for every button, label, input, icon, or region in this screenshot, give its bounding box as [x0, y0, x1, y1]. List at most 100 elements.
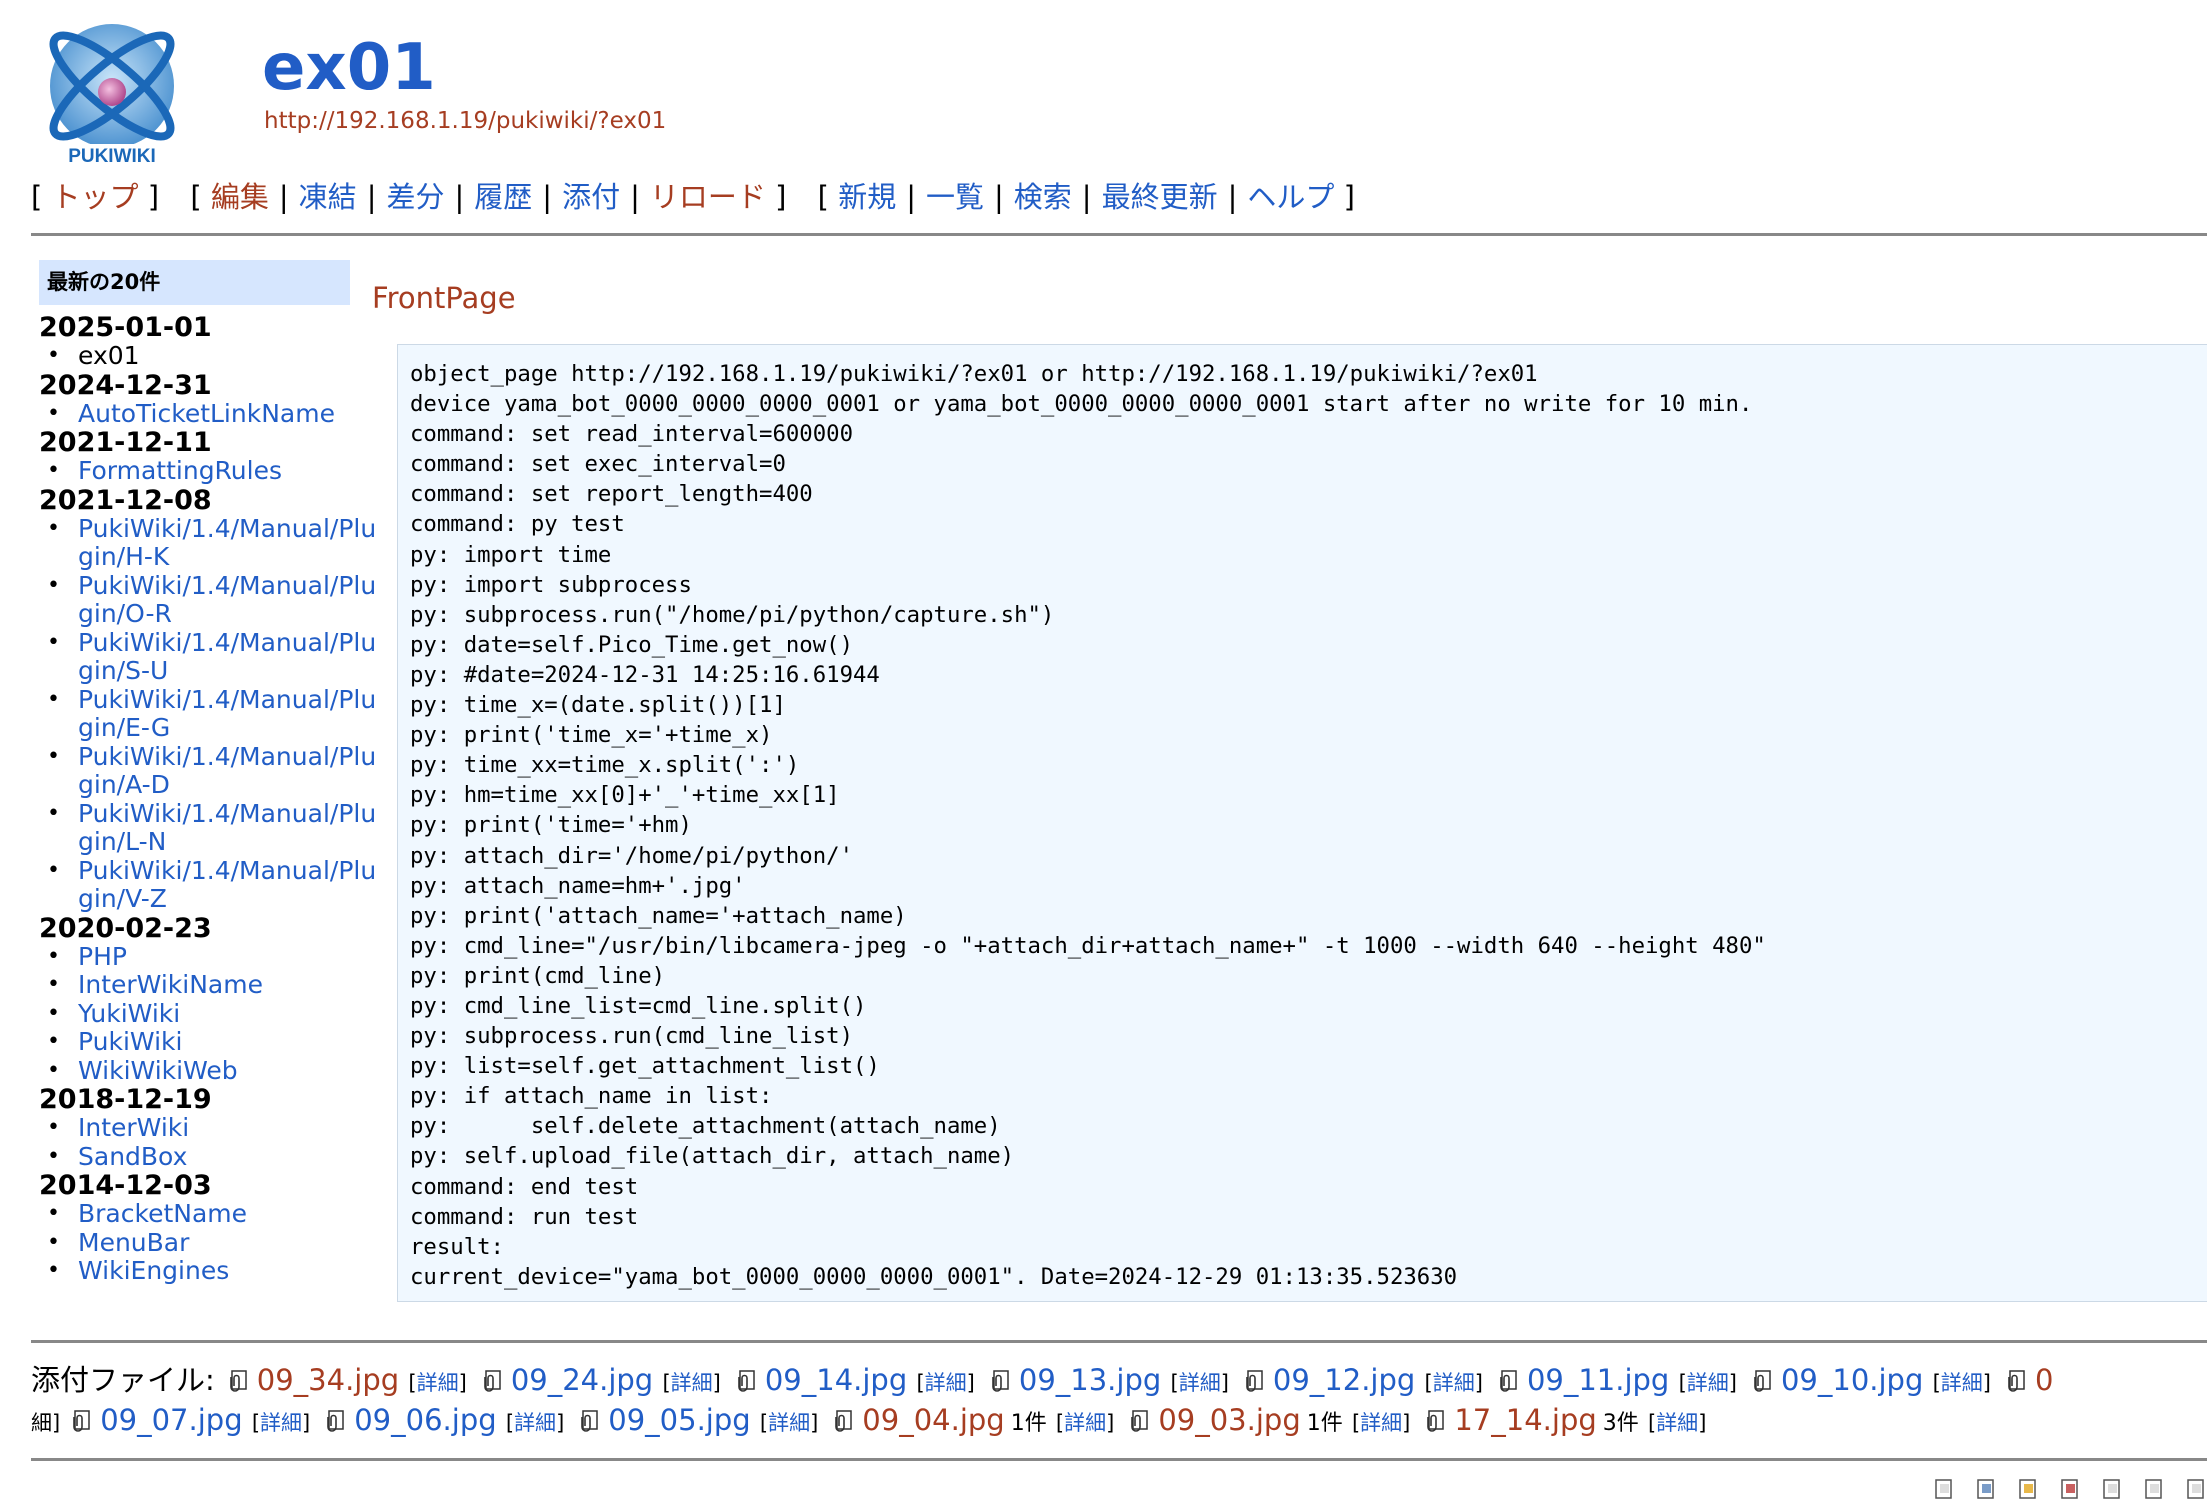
nav-help-link[interactable]: ヘルプ	[1247, 180, 1334, 214]
attachment-detail-link[interactable]: 詳細	[1656, 1411, 1698, 1435]
attachment-file-link-partial[interactable]: 0	[2035, 1363, 2053, 1397]
recent-item-link[interactable]: MenuBar	[78, 1228, 378, 1258]
recent-item-link[interactable]: PukiWiki	[78, 1027, 378, 1057]
recent-date: 2020-02-23	[39, 912, 212, 944]
attachment-detail: [詳細]	[1055, 1411, 1115, 1435]
attachment-file: 09_24.jpg [詳細]	[481, 1360, 721, 1403]
attachment-detail-link[interactable]: 詳細	[1064, 1411, 1106, 1435]
recent-item-link[interactable]: WikiEngines	[78, 1256, 378, 1286]
attachment-file-link[interactable]: 09_03.jpg	[1158, 1403, 1300, 1437]
recent-item-link[interactable]: InterWikiName	[78, 970, 378, 1000]
nav-search-link[interactable]: 検索	[1014, 180, 1072, 214]
recent-item-link[interactable]: BracketName	[78, 1199, 378, 1229]
code-line: device yama_bot_0000_0000_0000_0001 or y…	[410, 391, 1753, 418]
attachment-file-link[interactable]: 17_14.jpg	[1454, 1403, 1596, 1437]
recent-item-link[interactable]: PHP	[78, 942, 378, 972]
attachment-file-link[interactable]: 09_06.jpg	[354, 1403, 496, 1437]
attachment-file: 09_11.jpg [詳細]	[1497, 1360, 1737, 1403]
recent-item-link[interactable]: WikiWikiWeb	[78, 1056, 378, 1086]
attachment-file-link[interactable]: 09_12.jpg	[1273, 1363, 1415, 1397]
nav-reload-link[interactable]: リロード	[650, 180, 766, 214]
attachment-detail-link[interactable]: 詳細	[1687, 1371, 1729, 1395]
recent-item-link[interactable]: PukiWiki/1.4/Manual/Plugin/L-N	[78, 799, 378, 857]
recent-date: 2024-12-31	[39, 369, 212, 401]
attachment-detail-link[interactable]: 詳細	[417, 1371, 459, 1395]
nav-attach-link[interactable]: 添付	[562, 180, 620, 214]
menubar-title: 最新の20件	[39, 260, 350, 305]
recent-item: InterWiki	[39, 1113, 350, 1143]
attachment-detail-link[interactable]: 詳細	[671, 1371, 713, 1395]
attachment-clip-icon	[1424, 1403, 1446, 1432]
recent-item: InterWikiName	[39, 970, 350, 1000]
page-url[interactable]: http://192.168.1.19/pukiwiki/?ex01	[264, 108, 666, 134]
recent-item: BracketName	[39, 1199, 350, 1229]
attachment-file-link[interactable]: 09_34.jpg	[257, 1363, 399, 1397]
nav-top-link[interactable]: トップ	[52, 180, 139, 214]
attachment-clip-icon	[1751, 1363, 1773, 1392]
attachment-detail-link[interactable]: 詳細	[1433, 1371, 1475, 1395]
attachment-detail-link[interactable]: 詳細	[260, 1411, 302, 1435]
attachment-clip-icon	[1128, 1403, 1150, 1432]
attachment-clip-icon	[735, 1363, 757, 1392]
attachment-file-link[interactable]: 09_05.jpg	[608, 1403, 750, 1437]
attachment-file-link[interactable]: 09_14.jpg	[765, 1363, 907, 1397]
code-line: py: #date=2024-12-31 14:25:16.61944	[410, 661, 880, 688]
nav-backup-link[interactable]: 履歴	[474, 180, 532, 214]
attachment-file-link[interactable]: 09_24.jpg	[511, 1363, 653, 1397]
recent-item: WikiWikiWeb	[39, 1056, 350, 1086]
recent-item-link[interactable]: FormattingRules	[78, 456, 378, 486]
attachment-file: 09_10.jpg [詳細]	[1751, 1360, 1991, 1403]
attachment-detail-link[interactable]: 詳細	[925, 1371, 967, 1395]
recent-item-link[interactable]: YukiWiki	[78, 999, 378, 1029]
recent-item: PukiWiki/1.4/Manual/Plugin/S-U	[39, 628, 376, 686]
code-line: py: cmd_line="/usr/bin/libcamera-jpeg -o…	[410, 932, 1766, 959]
attachment-detail-link[interactable]: 詳細	[1360, 1411, 1402, 1435]
page-title[interactable]: ex01	[262, 28, 436, 108]
recent-item-link[interactable]: SandBox	[78, 1142, 378, 1172]
attachments: 添付ファイル: 09_34.jpg [詳細] 09_24.jpg [詳細] 09_14…	[31, 1360, 2207, 1444]
pukiwiki-logo-icon: PUKIWIKI	[34, 24, 190, 167]
attachment-detail-link[interactable]: 詳細	[514, 1411, 556, 1435]
attachment-clip-icon	[481, 1363, 503, 1392]
page-heading: FrontPage	[372, 281, 516, 315]
attachment-detail-link[interactable]: 詳細	[768, 1411, 810, 1435]
nav-freeze-link[interactable]: 凍結	[299, 180, 357, 214]
recent-item-link[interactable]: PukiWiki/1.4/Manual/Plugin/O-R	[78, 571, 378, 629]
recent-item-link[interactable]: PukiWiki/1.4/Manual/Plugin/V-Z	[78, 856, 378, 914]
pukiwiki-logo[interactable]: PUKIWIKI	[32, 6, 192, 167]
nav-edit-link[interactable]: 編集	[211, 180, 269, 214]
nav-list-link[interactable]: 一覧	[926, 180, 984, 214]
recent-item-link[interactable]: PukiWiki/1.4/Manual/Plugin/H-K	[78, 514, 378, 572]
attachment-file-link[interactable]: 09_11.jpg	[1527, 1363, 1669, 1397]
code-line: py: hm=time_xx[0]+'_'+time_xx[1]	[410, 782, 840, 809]
recent-item-link[interactable]: PukiWiki/1.4/Manual/Plugin/S-U	[78, 628, 378, 686]
attachment-file-link[interactable]: 09_07.jpg	[100, 1403, 242, 1437]
recent-item-link[interactable]: PukiWiki/1.4/Manual/Plugin/A-D	[78, 742, 378, 800]
code-line: current_device="yama_bot_0000_0000_0000_…	[410, 1263, 1458, 1290]
code-line: py: print('time_x='+time_x)	[410, 722, 773, 749]
recent-item: ex01	[39, 341, 350, 371]
nav-new-link[interactable]: 新規	[838, 180, 896, 214]
attachment-detail: [詳細]	[1647, 1411, 1707, 1435]
attachment-file: 09_05.jpg [詳細]	[578, 1400, 818, 1443]
recent-item-current: ex01	[78, 341, 140, 370]
code-line: command: run test	[410, 1203, 639, 1230]
attachment-detail: [詳細]	[251, 1411, 311, 1435]
recent-item: FormattingRules	[39, 456, 350, 486]
recent-item-link[interactable]: InterWiki	[78, 1113, 378, 1143]
attachment-file-link[interactable]: 09_04.jpg	[862, 1403, 1004, 1437]
nav-recent-link[interactable]: 最終更新	[1102, 180, 1218, 214]
attachment-detail: [詳細]	[759, 1411, 819, 1435]
header: PUKIWIKI ex01 http://192.168.1.19/pukiwi…	[32, 0, 2202, 170]
recent-date: 2021-12-08	[39, 484, 212, 516]
code-line: command: set exec_interval=0	[410, 451, 786, 478]
nav-diff-link[interactable]: 差分	[386, 180, 444, 214]
recent-item: YukiWiki	[39, 999, 350, 1029]
attachment-detail-link[interactable]: 詳細	[1941, 1371, 1983, 1395]
attachment-detail-link[interactable]: 詳細	[1179, 1371, 1221, 1395]
recent-item-link[interactable]: AutoTicketLinkName	[78, 399, 378, 429]
recent-item-link[interactable]: PukiWiki/1.4/Manual/Plugin/E-G	[78, 685, 378, 743]
attachment-file-link[interactable]: 09_13.jpg	[1019, 1363, 1161, 1397]
attachment-file-link[interactable]: 09_10.jpg	[1781, 1363, 1923, 1397]
top-divider	[31, 233, 2207, 236]
